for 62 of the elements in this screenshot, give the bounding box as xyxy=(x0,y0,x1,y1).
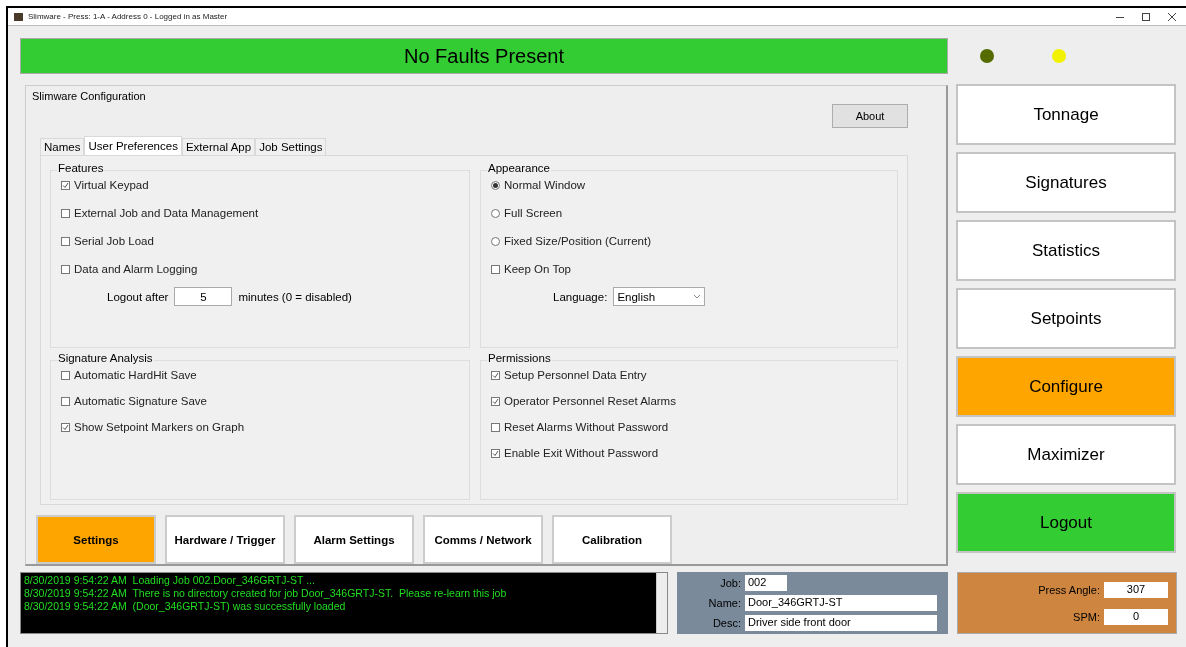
group-title: Signature Analysis xyxy=(57,352,154,364)
nav-button[interactable]: Signatures xyxy=(956,152,1176,213)
nav-button[interactable]: Tonnage xyxy=(956,84,1176,145)
nav-button[interactable]: Statistics xyxy=(956,220,1176,281)
tab[interactable]: Job Settings xyxy=(255,138,327,155)
job-label: Job: xyxy=(719,577,742,590)
app-icon xyxy=(14,12,23,21)
checkbox-option[interactable]: Show Setpoint Markers on Graph xyxy=(61,421,469,433)
group-title: Appearance xyxy=(487,162,552,174)
section-button[interactable]: Comms / Network xyxy=(423,515,543,564)
nav-button[interactable]: Maximizer xyxy=(956,424,1176,485)
caret-icon xyxy=(693,293,702,300)
scrollbar[interactable] xyxy=(656,573,667,633)
tab[interactable]: User Preferences xyxy=(84,136,182,155)
radio-option[interactable]: Normal Window xyxy=(491,179,897,191)
radio-option[interactable]: Full Screen xyxy=(491,207,897,219)
checkbox-option[interactable]: Reset Alarms Without Password xyxy=(491,421,897,433)
job-value-field: Door_346GRTJ-ST xyxy=(745,595,937,611)
section-button[interactable]: Calibration xyxy=(552,515,672,564)
section-button[interactable]: Hardware / Trigger xyxy=(165,515,285,564)
group-title: Permissions xyxy=(487,352,552,364)
log-line: 8/30/2019 9:54:22 AM (Door_346GRTJ-ST) was successfully loaded xyxy=(24,600,347,613)
checkbox-option[interactable]: Automatic Signature Save xyxy=(61,395,469,407)
section-button[interactable]: Alarm Settings xyxy=(294,515,414,564)
tab[interactable]: Names xyxy=(40,138,85,155)
panel-title: Slimware Configuration xyxy=(32,90,147,102)
checkbox-option[interactable]: Enable Exit Without Password xyxy=(491,447,897,459)
window-title: Slimware - Press: 1-A - Address 0 - Logged in as Master xyxy=(28,12,229,21)
checkbox-option[interactable]: Operator Personnel Reset Alarms xyxy=(491,395,897,407)
tab[interactable]: External App xyxy=(181,138,256,155)
job-value-field: Driver side front door xyxy=(745,614,937,631)
checkbox-option[interactable]: Setup Personnel Data Entry xyxy=(491,369,897,381)
checkbox-option[interactable]: Virtual Keypad xyxy=(61,179,469,191)
maximize-icon[interactable] xyxy=(1142,12,1150,21)
section-button[interactable]: Settings xyxy=(36,515,156,564)
log-line: 8/30/2019 9:54:22 AM Loading Job 002.Door_346GRTJ-ST ... xyxy=(24,574,316,587)
checkbox-option[interactable]: External Job and Data Management xyxy=(61,207,469,219)
close-icon[interactable] xyxy=(1168,12,1176,21)
press-value-field: 0 xyxy=(1104,608,1168,625)
checkbox-option[interactable]: Keep On Top xyxy=(491,263,897,275)
group-title: Features xyxy=(57,162,105,174)
job-label: Name: xyxy=(707,597,742,609)
press-label: Press Angle: xyxy=(1037,583,1101,596)
checkbox-option[interactable]: Data and Alarm Logging xyxy=(61,263,469,275)
field-suffix: minutes (0 = disabled) xyxy=(238,290,352,303)
nav-button[interactable]: Configure xyxy=(956,356,1176,417)
press-label: SPM: xyxy=(1072,610,1101,623)
log-line: 8/30/2019 9:54:22 AM There is no directory created for job Door_346GRTJ-ST. Please re-learn this job xyxy=(24,587,508,600)
nav-button[interactable]: Setpoints xyxy=(956,288,1176,349)
language-dropdown[interactable]: English xyxy=(613,287,706,306)
radio-option[interactable]: Fixed Size/Position (Current) xyxy=(491,235,897,247)
nav-button[interactable]: Logout xyxy=(956,492,1176,553)
checkbox-option[interactable]: Serial Job Load xyxy=(61,235,469,247)
input-field[interactable]: 5 xyxy=(174,287,233,306)
field-label: Logout after xyxy=(107,290,169,303)
press-value-field: 307 xyxy=(1104,581,1168,598)
about-button[interactable]: About xyxy=(832,104,908,128)
job-label: Desc: xyxy=(711,616,742,629)
field-label: Language: xyxy=(553,290,608,303)
status-banner: No Faults Present xyxy=(20,38,948,74)
job-value-field: 002 xyxy=(745,575,787,592)
checkbox-option[interactable]: Automatic HardHit Save xyxy=(61,369,469,381)
